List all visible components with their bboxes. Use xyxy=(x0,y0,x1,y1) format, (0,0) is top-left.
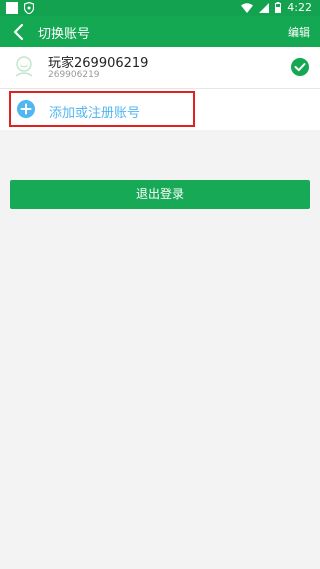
status-bar: 4:22 xyxy=(0,0,320,16)
app-header: 切换账号 编辑 xyxy=(0,16,320,47)
signal-icon xyxy=(259,2,270,13)
battery-icon xyxy=(275,2,282,13)
edit-button[interactable]: 编辑 xyxy=(288,24,310,40)
status-time: 4:22 xyxy=(287,1,312,14)
shield-icon xyxy=(24,2,34,14)
add-or-register-account-button[interactable]: 添加或注册账号 xyxy=(9,91,195,127)
back-arrow-icon[interactable] xyxy=(10,22,28,42)
account-id: 269906219 xyxy=(48,70,100,80)
account-item[interactable]: 玩家269906219 269906219 xyxy=(0,47,320,88)
check-icon xyxy=(291,58,309,76)
account-panel: 玩家269906219 269906219 添加或注册账号 xyxy=(0,47,320,130)
divider xyxy=(0,88,320,89)
add-account-label: 添加或注册账号 xyxy=(49,106,141,121)
account-name: 玩家269906219 xyxy=(48,56,149,71)
avatar-icon xyxy=(15,56,33,77)
page-title: 切换账号 xyxy=(38,27,91,42)
logout-button[interactable]: 退出登录 xyxy=(10,180,310,209)
wifi-icon xyxy=(241,2,254,13)
plus-icon xyxy=(17,100,35,118)
notification-square-icon xyxy=(6,2,18,14)
